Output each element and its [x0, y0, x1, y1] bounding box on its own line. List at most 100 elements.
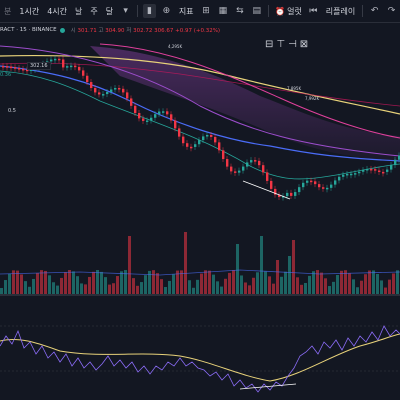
candle-body — [246, 162, 249, 167]
indicators-button[interactable]: 지표 — [175, 6, 198, 17]
candle-body — [66, 66, 69, 68]
divergence-line — [242, 180, 291, 200]
candle-body — [150, 117, 153, 121]
volume-bar — [284, 271, 287, 294]
candle-body — [222, 150, 225, 160]
candle-body — [2, 66, 5, 68]
volume-bar — [204, 270, 207, 294]
candle-body — [6, 66, 9, 68]
drawing-tools-icon[interactable]: ⊟⊤⊣⊠ — [265, 39, 311, 50]
volume-bar — [152, 270, 155, 294]
chart-legend: RACT · 15 · BINANCE 시 301.71 고 304.90 저 … — [0, 24, 220, 36]
candle-body — [314, 181, 317, 185]
volume-bar — [312, 271, 315, 294]
redo-icon[interactable]: ↷ — [385, 4, 398, 18]
candle-body — [14, 67, 17, 69]
candle-body — [10, 66, 13, 69]
toolbar-divider-2 — [268, 5, 270, 17]
candle-body — [134, 105, 137, 114]
tf-month[interactable]: 달 — [102, 6, 117, 17]
candle-body — [110, 89, 113, 92]
candle-body — [202, 136, 205, 141]
candle-body — [354, 173, 357, 175]
candle-body — [330, 184, 333, 188]
top-toolbar: 분 1시간 4시간 날 주 달 ▾ ▮ ⊕ 지표 ⊞ ▦ ⇆ ▤ ⏰ 얼럿 ⏮ 리… — [0, 0, 400, 23]
candle-body — [242, 166, 245, 171]
candle-body — [70, 65, 73, 68]
toolbar-divider-3 — [362, 5, 364, 17]
price-tag: 302.16 — [27, 62, 51, 70]
candle-body — [182, 136, 185, 144]
candle-body — [374, 169, 377, 171]
symbol-label[interactable]: RACT · 15 · BINANCE — [0, 27, 57, 33]
candle-body — [226, 159, 229, 167]
market-status-icon — [59, 27, 65, 33]
volume-bar — [20, 274, 23, 294]
candle-body — [86, 75, 89, 83]
volume-bar — [96, 270, 99, 294]
volume-bar — [392, 273, 395, 294]
volume-bar — [76, 276, 79, 294]
candle-body — [170, 114, 173, 121]
plus-icon[interactable]: ⊕ — [160, 4, 173, 18]
candle-body — [362, 170, 365, 172]
chevron-down-icon[interactable]: ▾ — [119, 4, 132, 18]
candle-body — [122, 88, 125, 93]
candle-body — [302, 182, 305, 188]
templates-icon[interactable]: ⊞ — [200, 4, 213, 18]
candle-body — [126, 92, 129, 99]
candle-body — [82, 70, 85, 76]
candle-body — [258, 160, 261, 166]
candle-body — [298, 187, 301, 193]
volume-bar — [236, 244, 239, 294]
volume-bar — [324, 278, 327, 294]
tf-week[interactable]: 주 — [86, 6, 101, 17]
undo-icon[interactable]: ↶ — [368, 4, 381, 18]
grid-icon[interactable]: ▤ — [250, 4, 263, 18]
replay-icon[interactable]: ⏮ — [307, 4, 320, 18]
candle-body — [186, 143, 189, 147]
price-chart[interactable] — [0, 36, 400, 236]
volume-bar — [104, 277, 107, 294]
volume-bar — [252, 277, 255, 294]
volume-bar — [36, 273, 39, 294]
volume-bar — [288, 256, 291, 294]
tf-day[interactable]: 날 — [71, 6, 86, 17]
tf-1h[interactable]: 1시간 — [15, 6, 43, 17]
candle-body — [342, 174, 345, 177]
volume-bar — [60, 277, 63, 294]
candle-body — [394, 159, 397, 166]
volume-bar — [112, 283, 115, 294]
candle-body — [382, 171, 385, 174]
volume-chart[interactable] — [0, 212, 400, 294]
tf-4h[interactable]: 4시간 — [43, 6, 71, 17]
volume-bar — [348, 273, 351, 294]
toolbar-divider — [137, 5, 138, 17]
volume-bar — [156, 273, 159, 294]
layout-icon[interactable]: ▦ — [216, 4, 229, 18]
candle-body — [322, 187, 325, 189]
alert-button[interactable]: ⏰ 얼럿 — [272, 6, 305, 17]
candle-body — [154, 114, 157, 118]
volume-bar — [364, 274, 367, 294]
candles-icon[interactable]: ▮ — [142, 4, 156, 18]
ma-label-1: 4,295K — [168, 44, 183, 49]
candle-body — [190, 146, 193, 149]
oscillator-chart[interactable] — [0, 296, 400, 400]
candle-body — [162, 111, 165, 113]
replay-button[interactable]: 리플레이 — [322, 6, 359, 17]
candle-body — [366, 168, 369, 171]
candle-body — [346, 173, 349, 176]
candle-body — [194, 144, 197, 147]
volume-bar — [72, 271, 75, 294]
volume-bar — [24, 281, 27, 294]
volume-bar — [128, 236, 131, 294]
volume-bar — [4, 280, 7, 294]
tf-1m-partial[interactable]: 분 — [0, 6, 15, 17]
compare-icon[interactable]: ⇆ — [233, 4, 246, 18]
candle-body — [218, 142, 221, 151]
volume-bar — [232, 270, 235, 294]
volume-bar — [144, 275, 147, 294]
volume-bar — [32, 278, 35, 294]
volume-bar — [64, 272, 67, 294]
